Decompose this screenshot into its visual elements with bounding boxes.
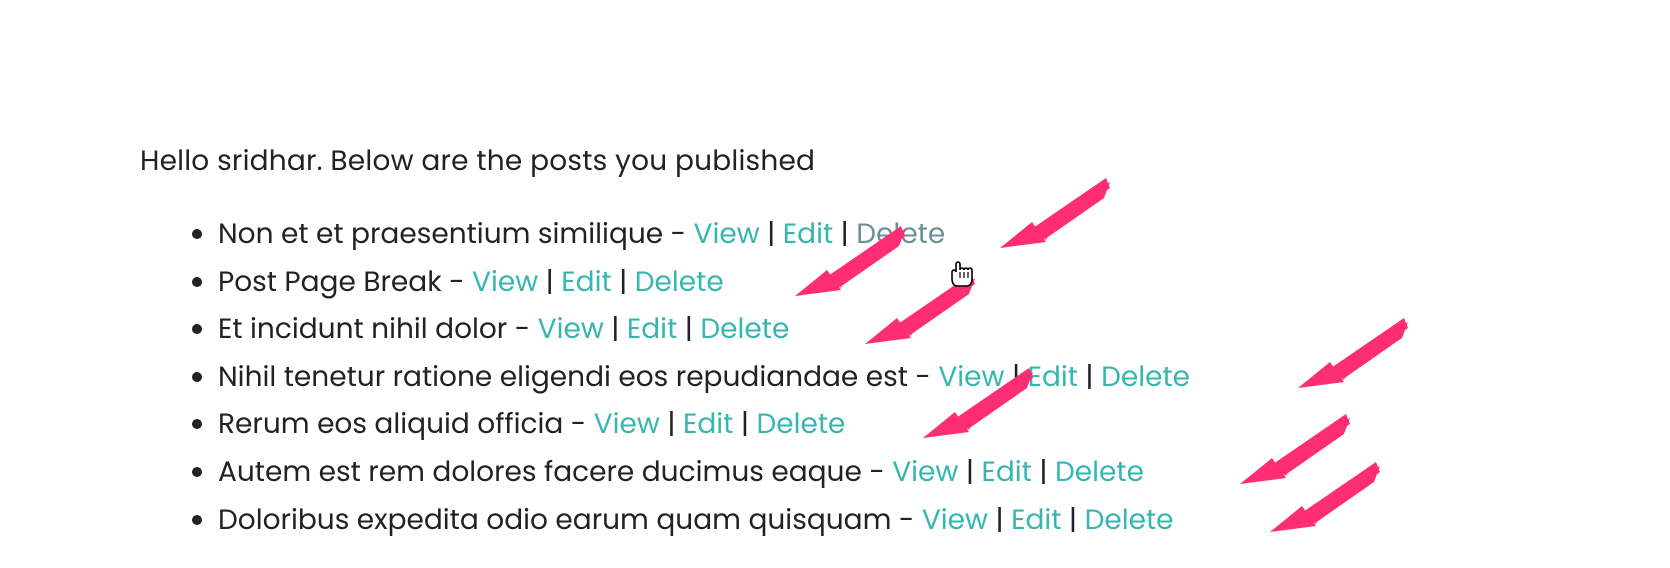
view-link[interactable]: View (938, 357, 1004, 396)
edit-link[interactable]: Edit (561, 262, 611, 301)
separator-dash: - (891, 500, 921, 539)
greeting-text: Hello sridhar. Below are the posts you p… (140, 140, 1670, 182)
view-link[interactable]: View (538, 309, 604, 348)
edit-link[interactable]: Edit (1011, 500, 1061, 539)
edit-link[interactable]: Edit (783, 214, 833, 253)
posts-list: Non et et praesentium similique - View |… (140, 210, 1670, 543)
edit-link[interactable]: Edit (1028, 357, 1078, 396)
delete-link[interactable]: Delete (1101, 357, 1190, 396)
view-link[interactable]: View (594, 404, 660, 443)
separator-pipe: | (958, 452, 981, 491)
post-title: Post Page Break (218, 262, 442, 301)
post-title: Autem est rem dolores facere ducimus eaq… (218, 452, 862, 491)
separator-dash: - (663, 214, 693, 253)
view-link[interactable]: View (694, 214, 760, 253)
edit-link[interactable]: Edit (981, 452, 1031, 491)
view-link[interactable]: View (922, 500, 988, 539)
separator-dash: - (563, 404, 593, 443)
page-root: Hello sridhar. Below are the posts you p… (0, 0, 1670, 543)
separator-pipe: | (660, 404, 683, 443)
post-item: Et incidunt nihil dolor - View | Edit | … (218, 305, 1670, 353)
separator-dash: - (862, 452, 892, 491)
separator-dash: - (908, 357, 938, 396)
post-item: Nihil tenetur ratione eligendi eos repud… (218, 353, 1670, 401)
post-item: Non et et praesentium similique - View |… (218, 210, 1670, 258)
separator-dash: - (507, 309, 537, 348)
separator-pipe: | (833, 214, 856, 253)
separator-pipe: | (1032, 452, 1055, 491)
separator-pipe: | (677, 309, 700, 348)
separator-pipe: | (538, 262, 561, 301)
separator-pipe: | (988, 500, 1011, 539)
separator-pipe: | (1078, 357, 1101, 396)
separator-pipe: | (1004, 357, 1027, 396)
edit-link[interactable]: Edit (627, 309, 677, 348)
separator-pipe: | (1061, 500, 1084, 539)
post-item: Autem est rem dolores facere ducimus eaq… (218, 448, 1670, 496)
separator-pipe: | (604, 309, 627, 348)
post-item: Rerum eos aliquid officia - View | Edit … (218, 400, 1670, 448)
delete-link[interactable]: Delete (856, 214, 945, 253)
post-title: Non et et praesentium similique (218, 214, 663, 253)
delete-link[interactable]: Delete (700, 309, 789, 348)
post-title: Rerum eos aliquid officia (218, 404, 563, 443)
separator-pipe: | (612, 262, 635, 301)
delete-link[interactable]: Delete (635, 262, 724, 301)
edit-link[interactable]: Edit (683, 404, 733, 443)
view-link[interactable]: View (472, 262, 538, 301)
delete-link[interactable]: Delete (1085, 500, 1174, 539)
delete-link[interactable]: Delete (756, 404, 845, 443)
post-title: Et incidunt nihil dolor (218, 309, 507, 348)
post-title: Nihil tenetur ratione eligendi eos repud… (218, 357, 908, 396)
separator-dash: - (442, 262, 472, 301)
separator-pipe: | (733, 404, 756, 443)
delete-link[interactable]: Delete (1055, 452, 1144, 491)
post-item: Doloribus expedita odio earum quam quisq… (218, 496, 1670, 544)
post-title: Doloribus expedita odio earum quam quisq… (218, 500, 891, 539)
view-link[interactable]: View (892, 452, 958, 491)
post-item: Post Page Break - View | Edit | Delete (218, 258, 1670, 306)
separator-pipe: | (760, 214, 783, 253)
